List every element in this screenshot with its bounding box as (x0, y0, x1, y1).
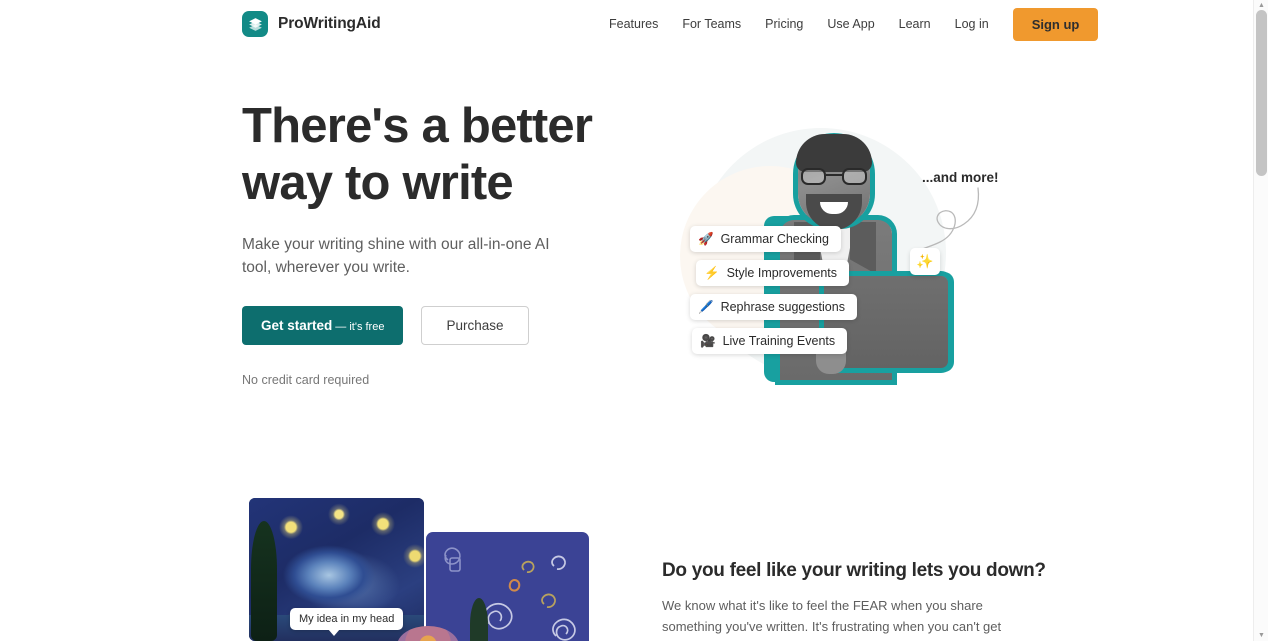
feature-card-list: 🚀 Grammar Checking ⚡ Style Improvements … (690, 226, 857, 354)
brand-logo-link[interactable]: ProWritingAid (242, 11, 381, 37)
main-navigation: Features For Teams Pricing Use App Learn… (597, 7, 1099, 41)
page-root: ProWritingAid Features For Teams Pricing… (0, 0, 1268, 641)
feature-card-style-improvements[interactable]: ⚡ Style Improvements (696, 260, 850, 286)
site-header: ProWritingAid Features For Teams Pricing… (0, 0, 1253, 48)
feature-card-live-training-events[interactable]: 🎥 Live Training Events (692, 328, 848, 354)
feature-card-label: Style Improvements (726, 266, 838, 280)
hero-title: There's a better way to write (242, 98, 642, 212)
lower-section-copy: Do you feel like your writing lets you d… (662, 560, 1046, 641)
page-scrollbar[interactable]: ▲ ▼ (1253, 0, 1268, 641)
purchase-button[interactable]: Purchase (421, 306, 529, 345)
scroll-down-arrow-icon[interactable]: ▼ (1257, 631, 1266, 640)
sparkle-icon: ✨ (910, 248, 940, 275)
scroll-up-arrow-icon[interactable]: ▲ (1257, 1, 1266, 10)
no-credit-card-note: No credit card required (242, 373, 370, 387)
prowritingaid-logo-icon (242, 11, 268, 37)
nav-item-learn[interactable]: Learn (887, 11, 943, 37)
and-more-annotation: ...and more! (922, 170, 999, 185)
nav-item-use-app[interactable]: Use App (815, 11, 886, 37)
sketch-artwork (426, 532, 589, 641)
feature-card-rephrase-suggestions[interactable]: 🖊️ Rephrase suggestions (690, 294, 857, 320)
nav-item-features[interactable]: Features (597, 11, 670, 37)
brand-name: ProWritingAid (278, 15, 381, 32)
feature-card-label: Rephrase suggestions (720, 300, 845, 314)
hero-illustration: ✨ ...and more! 🚀 Grammar Checking ⚡ Styl… (660, 108, 1020, 390)
feature-card-grammar-checking[interactable]: 🚀 Grammar Checking (690, 226, 841, 252)
hero-section: There's a better way to write Make your … (242, 98, 642, 387)
starry-night-cypress-tree (251, 521, 277, 641)
video-camera-icon: 🎥 (700, 333, 716, 348)
get-started-button[interactable]: Get started — it's free (242, 306, 404, 345)
lightning-icon: ⚡ (704, 265, 720, 280)
lower-section-title: Do you feel like your writing lets you d… (662, 560, 1046, 581)
hero-cta-group: Get started — it's free Purchase (242, 306, 642, 345)
nav-item-for-teams[interactable]: For Teams (670, 11, 753, 37)
nav-item-pricing[interactable]: Pricing (753, 11, 815, 37)
feature-card-label: Live Training Events (722, 334, 836, 348)
hero-subtitle: Make your writing shine with our all-in-… (242, 236, 550, 276)
rocket-icon: 🚀 (698, 231, 714, 246)
sketch-doodles-icon (444, 547, 576, 641)
hero-title-line-2: way to write (242, 156, 514, 210)
scrollbar-thumb[interactable] (1256, 10, 1267, 176)
sign-up-button[interactable]: Sign up (1012, 7, 1099, 41)
get-started-sublabel: — it's free (335, 321, 385, 333)
feature-card-label: Grammar Checking (720, 232, 829, 246)
get-started-label: Get started (261, 318, 333, 333)
person-glasses-icon (801, 168, 867, 185)
nav-item-log-in[interactable]: Log in (943, 11, 1001, 37)
artwork-caption-bubble: My idea in my head (290, 608, 404, 636)
artwork-comparison: My idea in my head (249, 498, 589, 641)
pen-icon: 🖊️ (698, 299, 714, 314)
lower-section-body: We know what it's like to feel the FEAR … (662, 598, 1002, 641)
person-hair (796, 134, 872, 172)
hero-title-line-1: There's a better (242, 99, 593, 153)
